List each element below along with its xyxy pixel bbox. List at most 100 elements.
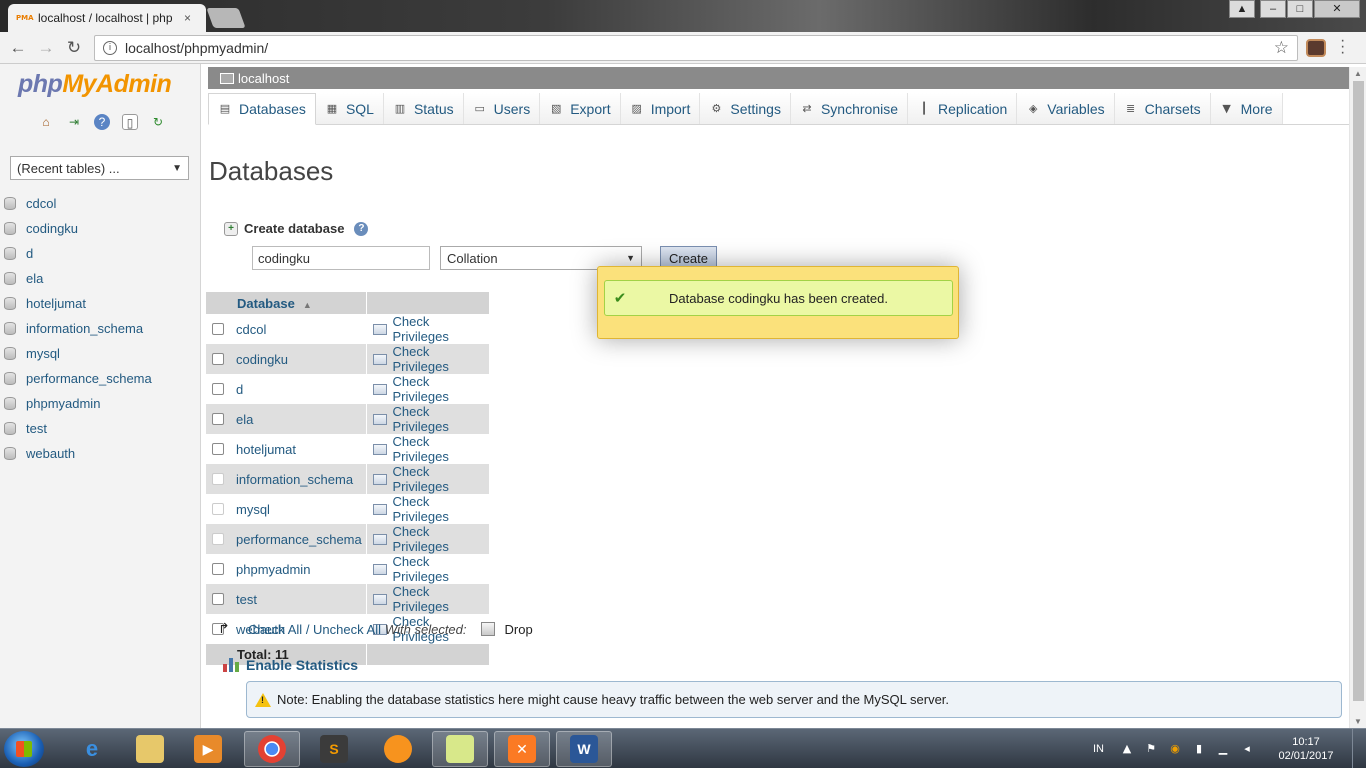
database-link[interactable]: test: [236, 592, 257, 607]
address-url[interactable]: localhost/phpmyadmin/: [125, 40, 1266, 56]
sidebar-db-item[interactable]: hoteljumat: [4, 291, 152, 316]
check-privileges-link[interactable]: Check Privileges: [392, 344, 489, 374]
database-link[interactable]: phpmyadmin: [236, 562, 310, 577]
taskbar-notes[interactable]: [432, 731, 488, 767]
sidebar-db-label[interactable]: information_schema: [26, 321, 143, 336]
check-privileges-link[interactable]: Check Privileges: [392, 494, 489, 524]
battery-icon[interactable]: ▮: [1192, 742, 1206, 756]
check-privileges-link[interactable]: Check Privileges: [392, 434, 489, 464]
sidebar-db-label[interactable]: mysql: [26, 346, 60, 361]
show-hidden-icons-icon[interactable]: ▲: [1120, 742, 1134, 756]
uncheck-all-link[interactable]: Uncheck All: [313, 622, 381, 637]
tab-users[interactable]: ▭ Users: [463, 93, 541, 124]
tab-variables[interactable]: ◈ Variables: [1017, 93, 1115, 124]
sidebar-db-item[interactable]: webauth: [4, 441, 152, 466]
clock[interactable]: 10:17 02/01/2017: [1264, 735, 1348, 763]
browser-tab-active[interactable]: PMA localhost / localhost | php ×: [8, 4, 206, 32]
sidebar-db-item[interactable]: mysql: [4, 341, 152, 366]
sidebar-db-item[interactable]: performance_schema: [4, 366, 152, 391]
language-indicator[interactable]: IN: [1093, 743, 1104, 755]
sidebar-db-label[interactable]: webauth: [26, 446, 75, 461]
help-icon[interactable]: ?: [94, 114, 110, 130]
sidebar-db-item[interactable]: ela: [4, 266, 152, 291]
taskbar-xampp[interactable]: ✕: [494, 731, 550, 767]
column-header-label[interactable]: Database: [212, 296, 295, 311]
sidebar-db-item[interactable]: codingku: [4, 216, 152, 241]
check-privileges-link[interactable]: Check Privileges: [392, 464, 489, 494]
sidebar-db-label[interactable]: test: [26, 421, 47, 436]
taskbar-explorer[interactable]: [122, 731, 178, 767]
exit-icon[interactable]: ⇥: [66, 114, 82, 130]
close-window-icon[interactable]: ✕: [1314, 0, 1360, 18]
sidebar-db-item[interactable]: cdcol: [4, 191, 152, 216]
recent-tables-select[interactable]: (Recent tables) ... ▼: [10, 156, 189, 180]
database-link[interactable]: hoteljumat: [236, 442, 296, 457]
volume-icon[interactable]: ◂: [1240, 742, 1254, 756]
sidebar-db-label[interactable]: phpmyadmin: [26, 396, 100, 411]
tab-more[interactable]: ▼ More: [1210, 93, 1283, 124]
sidebar-db-item[interactable]: test: [4, 416, 152, 441]
bookmark-star-icon[interactable]: ☆: [1274, 38, 1289, 58]
row-checkbox[interactable]: [212, 413, 224, 425]
documentation-icon[interactable]: ▯: [122, 114, 138, 130]
network-signal-icon[interactable]: ▁: [1216, 742, 1230, 756]
database-link[interactable]: performance_schema: [236, 532, 362, 547]
tab-close-icon[interactable]: ×: [184, 11, 191, 25]
database-link[interactable]: mysql: [236, 502, 270, 517]
tab-sql[interactable]: ▦ SQL: [315, 93, 384, 124]
check-privileges-link[interactable]: Check Privileges: [392, 404, 489, 434]
sidebar-db-item[interactable]: information_schema: [4, 316, 152, 341]
tab-charsets[interactable]: ≣ Charsets: [1114, 93, 1211, 124]
sidebar-db-item[interactable]: phpmyadmin: [4, 391, 152, 416]
check-privileges-link[interactable]: Check Privileges: [392, 374, 489, 404]
sidebar-db-label[interactable]: d: [26, 246, 33, 261]
taskbar-chrome[interactable]: [244, 731, 300, 767]
tab-databases[interactable]: ▤ Databases: [208, 93, 316, 125]
start-button[interactable]: [4, 731, 44, 767]
taskbar-ucbrowser[interactable]: [370, 731, 426, 767]
sidebar-db-label[interactable]: hoteljumat: [26, 296, 86, 311]
database-link[interactable]: codingku: [236, 352, 288, 367]
user-profile-icon[interactable]: ▲: [1229, 0, 1255, 18]
tab-settings[interactable]: ⚙ Settings: [700, 93, 791, 124]
scroll-up-icon[interactable]: ▲: [1354, 69, 1362, 78]
row-checkbox[interactable]: [212, 593, 224, 605]
server-name-link[interactable]: localhost: [238, 71, 289, 86]
success-notification[interactable]: ✔ Database codingku has been created.: [597, 266, 959, 339]
reload-icon[interactable]: ↻: [64, 38, 84, 58]
forward-arrow-icon[interactable]: →: [36, 38, 56, 58]
database-name-input[interactable]: [252, 246, 430, 270]
minimize-icon[interactable]: –: [1260, 0, 1286, 18]
scroll-thumb[interactable]: [1353, 81, 1364, 701]
database-link[interactable]: cdcol: [236, 322, 266, 337]
tab-import[interactable]: ▨ Import: [620, 93, 701, 124]
drop-button[interactable]: Drop: [505, 622, 533, 637]
sidebar-db-label[interactable]: cdcol: [26, 196, 56, 211]
column-header-database[interactable]: Database ▲: [206, 292, 367, 314]
browser-menu-icon[interactable]: · · ·: [1340, 33, 1345, 61]
drop-icon[interactable]: [480, 622, 495, 636]
taskbar-ie[interactable]: e: [64, 731, 120, 767]
action-center-flag-icon[interactable]: ⚑: [1144, 742, 1158, 756]
taskbar-sublime[interactable]: S: [306, 731, 362, 767]
show-desktop-button[interactable]: [1352, 729, 1366, 768]
row-checkbox[interactable]: [212, 443, 224, 455]
reload-navigation-icon[interactable]: ↻: [150, 114, 166, 130]
check-privileges-link[interactable]: Check Privileges: [392, 314, 489, 344]
database-link[interactable]: d: [236, 382, 243, 397]
check-privileges-link[interactable]: Check Privileges: [392, 584, 489, 614]
taskbar-word[interactable]: W: [556, 731, 612, 767]
taskbar-media-player[interactable]: ▶: [180, 731, 236, 767]
sidebar-db-label[interactable]: ela: [26, 271, 43, 286]
tab-status[interactable]: ▥ Status: [383, 93, 464, 124]
sidebar-db-label[interactable]: codingku: [26, 221, 78, 236]
row-checkbox[interactable]: [212, 563, 224, 575]
row-checkbox[interactable]: [212, 383, 224, 395]
scroll-down-icon[interactable]: ▼: [1354, 717, 1362, 726]
tab-replication[interactable]: ┃ Replication: [908, 93, 1018, 124]
database-link[interactable]: ela: [236, 412, 253, 427]
sidebar-db-item[interactable]: d: [4, 241, 152, 266]
row-checkbox[interactable]: [212, 353, 224, 365]
update-icon[interactable]: ◉: [1168, 742, 1182, 756]
address-bar[interactable]: i localhost/phpmyadmin/ ☆: [94, 35, 1298, 61]
